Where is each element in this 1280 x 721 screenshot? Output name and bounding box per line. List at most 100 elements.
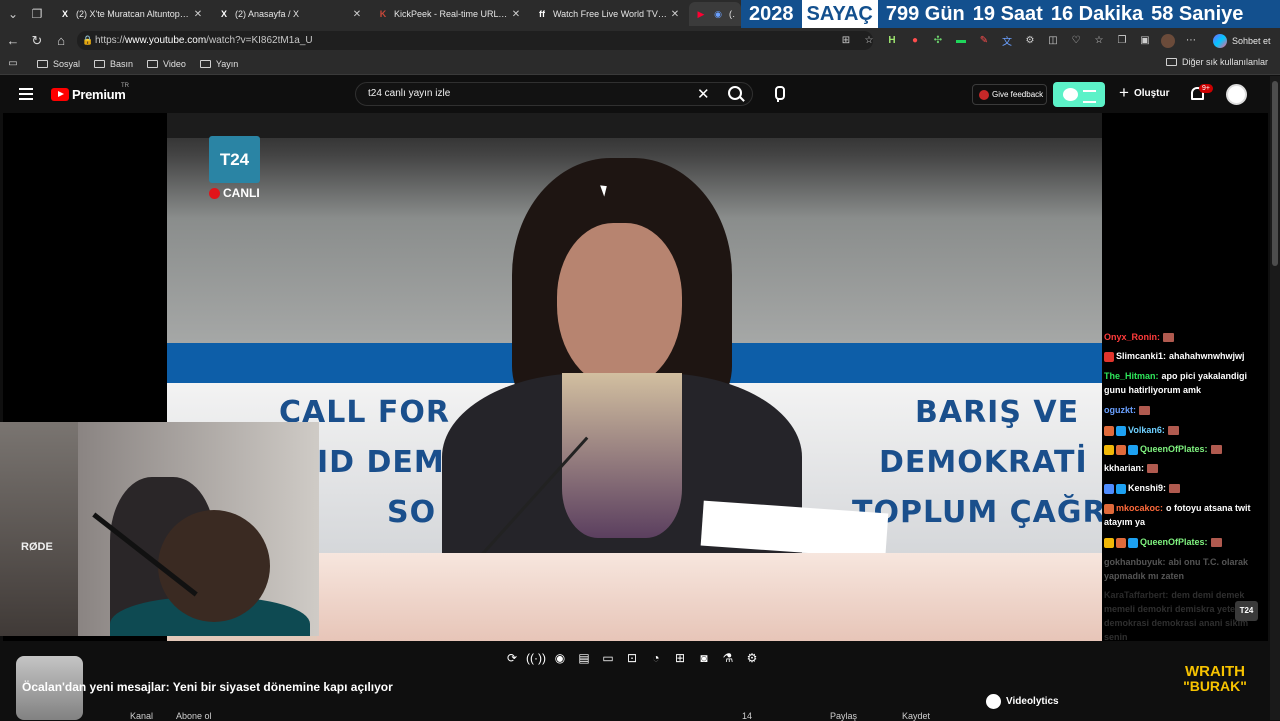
settings-gear-icon[interactable]: ⚙	[740, 648, 764, 668]
browser-tab[interactable]: K KickPeek - Real-time URL Crawler ✕	[371, 2, 529, 26]
page-scrollbar[interactable]	[1270, 76, 1280, 720]
hamburger-menu-icon[interactable]	[19, 88, 33, 100]
chat-badge-icon	[1128, 444, 1138, 455]
extensions-puzzle-icon[interactable]: ⚙	[1019, 30, 1041, 52]
workspaces-icon[interactable]: ❐	[27, 4, 47, 24]
collections-icon[interactable]: ❐	[1111, 30, 1133, 52]
chat-message: gokhanbuyuk: abi onu T.C. olarak yapmadık…	[1104, 555, 1270, 583]
voice-search-icon[interactable]	[773, 86, 785, 102]
screenshot-icon[interactable]: ▣	[1134, 30, 1156, 52]
favorites-icon[interactable]: ☆	[1088, 30, 1110, 52]
close-icon[interactable]: ✕	[668, 9, 682, 20]
countdown-seconds: 58 Saniye	[1151, 2, 1244, 25]
youtube-logo[interactable]: Premium TR	[51, 83, 129, 102]
bookmark-folder[interactable]: Basın	[94, 59, 133, 69]
scrollbar-thumb[interactable]	[1272, 81, 1278, 266]
lock-icon: 🔒	[82, 35, 94, 45]
tab-title: (266	[729, 9, 735, 19]
chat-message: Onyx_Ronin:	[1104, 330, 1270, 344]
audio-waves-icon[interactable]: ((·))	[524, 648, 548, 668]
back-icon[interactable]: ←	[1, 29, 25, 53]
countdown-days: 799 Gün	[885, 2, 965, 25]
extension-icon[interactable]: ✣	[927, 30, 949, 52]
profile-avatar-icon[interactable]	[1157, 30, 1179, 52]
bookmark-label: Sosyal	[53, 58, 81, 69]
copilot-chat-button[interactable]: Sohbet et	[1213, 30, 1271, 51]
extension-toolbar: ⊞ ☆ H ● ✣ ▬ ✎ 文 ⚙ ◫ ♡ ☆ ❐ ▣ ⋯	[835, 28, 1203, 53]
fullscreen-icon[interactable]: ⊡	[620, 648, 644, 668]
folder-icon	[37, 59, 48, 68]
chat-message: Volkan6:	[1104, 423, 1270, 437]
browser-essentials-icon[interactable]: ♡	[1065, 30, 1087, 52]
bookmark-folder[interactable]: Yayın	[199, 59, 238, 69]
close-icon[interactable]: ✕	[350, 9, 364, 20]
url-scheme: https://	[95, 35, 126, 46]
account-avatar[interactable]	[1226, 84, 1247, 105]
chat-username: kkharian:	[1104, 463, 1145, 473]
search-icon[interactable]	[728, 86, 742, 100]
close-icon[interactable]: ✕	[191, 9, 205, 20]
chat-emote-icon	[1210, 445, 1222, 455]
speed-icon[interactable]: ◔	[644, 648, 668, 668]
other-bookmarks[interactable]: Diğer sık kullanılanlar	[1165, 57, 1268, 67]
browser-tab[interactable]: X (2) Anasayfa / X ✕	[212, 2, 370, 26]
tab-actions-icon[interactable]: ⌄	[3, 4, 23, 24]
extension-icon[interactable]: H	[881, 30, 903, 52]
chat-message: oguzkt:	[1104, 403, 1270, 417]
folder-icon	[147, 59, 159, 68]
clear-search-icon[interactable]: ✕	[697, 85, 710, 103]
videolytics-widget[interactable]: Videolytics	[980, 688, 1160, 714]
chat-emote-icon	[1139, 406, 1150, 416]
live-dot-icon	[209, 187, 220, 199]
refresh-icon[interactable]: ↻	[25, 29, 49, 53]
chat-message: The_Hitman: apo pici yakalandigi gunu hat…	[1104, 369, 1270, 397]
x-logo-icon: X	[61, 9, 68, 19]
split-screen-icon[interactable]: ◫	[1042, 30, 1064, 52]
browser-tab-active[interactable]: ▶ ◉ (266	[689, 2, 741, 26]
create-button[interactable]: + Oluştur	[1119, 84, 1170, 101]
extension-icon[interactable]: ●	[904, 30, 926, 52]
theater-mode-icon[interactable]: ▭	[596, 648, 620, 668]
tab-title: (2) X'te Muratcan Altuntoprak: "A...	[76, 9, 191, 19]
more-options-icon[interactable]: ⋯	[1180, 30, 1202, 52]
loop-icon[interactable]: ⟳	[500, 648, 524, 668]
kickpeek-icon: K	[379, 9, 387, 19]
speaker-face	[557, 223, 682, 388]
live-indicator: CANLI	[209, 186, 260, 200]
browser-tab[interactable]: ff Watch Free Live World TV | Global ✕	[530, 2, 688, 26]
extension-toggle-button[interactable]	[1053, 82, 1105, 107]
t24-watermark: T24	[1235, 601, 1258, 621]
extension-icon[interactable]: ▬	[950, 30, 972, 52]
chat-badge-icon	[1104, 537, 1114, 548]
search-input[interactable]: t24 canlı yayın izle ✕	[355, 82, 753, 106]
chat-badge-icon	[1104, 503, 1114, 514]
close-icon[interactable]: ✕	[509, 9, 523, 20]
chat-message: kkharian:	[1104, 461, 1270, 475]
podium	[317, 553, 1102, 641]
videolytics-label: Videolytics	[1006, 695, 1059, 707]
browser-tab[interactable]: X (2) X'te Muratcan Altuntoprak: "A... ✕	[53, 2, 211, 26]
bookmark-folder[interactable]: Video	[147, 59, 186, 69]
view-icon[interactable]: ◉	[548, 648, 572, 668]
give-feedback-button[interactable]: Give feedback	[972, 84, 1047, 105]
clip-icon[interactable]: ▤	[572, 648, 596, 668]
experiment-icon[interactable]: ⚗	[716, 648, 740, 668]
chat-emote-icon	[1167, 426, 1179, 436]
translate-icon[interactable]: 文	[996, 30, 1018, 52]
screenshot-icon[interactable]: ◙	[692, 648, 716, 668]
tab-title: (2) Anasayfa / X	[235, 9, 300, 19]
home-icon[interactable]: ⌂	[49, 29, 73, 53]
bookmark-folder[interactable]: Sosyal	[37, 59, 80, 69]
countdown-year: 2028	[749, 2, 794, 25]
chat-username: oguzkt:	[1104, 405, 1136, 415]
favorite-star-icon[interactable]: ☆	[858, 30, 880, 52]
streamer-head	[158, 510, 270, 622]
add-icon[interactable]: ⊞	[668, 648, 692, 668]
tab-title: Watch Free Live World TV | Global	[553, 9, 668, 19]
app-install-icon[interactable]: ⊞	[835, 30, 857, 52]
url-field[interactable]: 🔒 https://www.youtube.com/watch?v=KI862t…	[77, 31, 873, 50]
copilot-label: Sohbet et	[1232, 35, 1271, 46]
extension-icon[interactable]: ✎	[973, 30, 995, 52]
reading-list-icon[interactable]: ▭	[3, 52, 23, 76]
stage-shadow	[167, 113, 1102, 138]
